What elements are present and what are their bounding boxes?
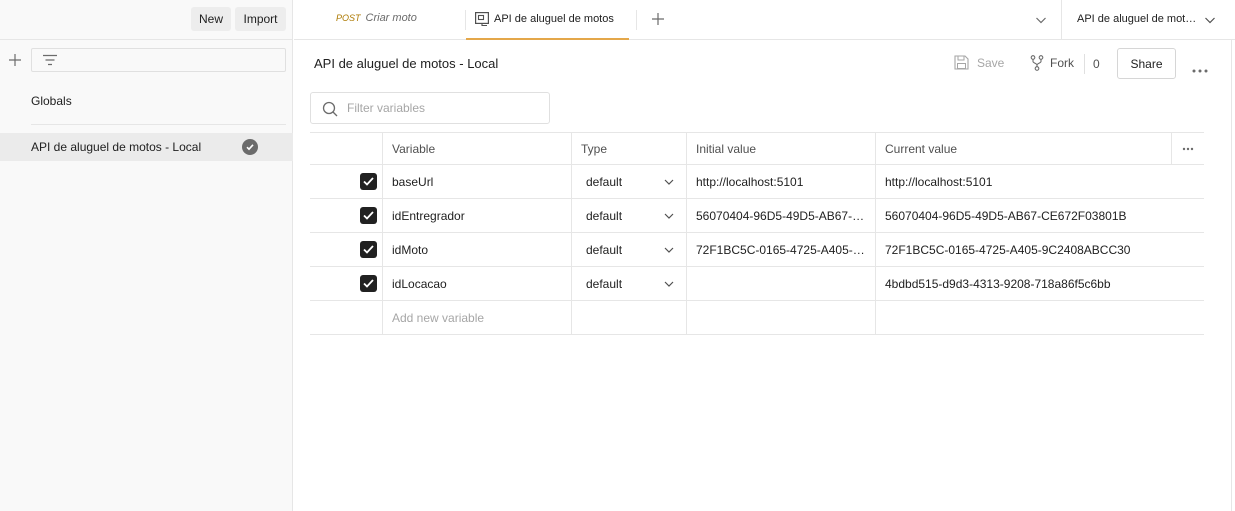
row-checkbox-cell xyxy=(310,165,383,198)
chevron-down-icon[interactable] xyxy=(1204,14,1216,28)
filter-variables-field[interactable] xyxy=(310,92,550,124)
chevron-down-icon xyxy=(664,281,674,287)
current-value-cell[interactable]: 4bdbd515-d9d3-4313-9208-718a86f5c6bb xyxy=(876,267,1171,300)
type-value: default xyxy=(586,208,623,223)
current-value-cell[interactable]: http://localhost:5101 xyxy=(876,165,1171,198)
sidebar-filter-input[interactable] xyxy=(31,48,286,72)
type-select[interactable]: default xyxy=(572,267,687,300)
table-row[interactable]: idLocacao default 4bdbd515-d9d3-4313-920… xyxy=(310,267,1204,301)
type-value: default xyxy=(586,276,623,291)
type-select[interactable]: default xyxy=(572,165,687,198)
current-value-cell[interactable]: 72F1BC5C-0165-4725-A405-9C2408ABCC30 xyxy=(876,233,1171,266)
environment-icon xyxy=(475,12,490,29)
search-icon xyxy=(322,101,338,117)
initial-value: http://localhost:5101 xyxy=(696,174,804,189)
row-checkbox-cell xyxy=(310,199,383,232)
add-environment-icon[interactable] xyxy=(6,51,24,69)
environment-label: API de aluguel de motos - Local xyxy=(31,140,202,154)
fork-count[interactable]: 0 xyxy=(1093,57,1100,71)
sidebar-toolbar xyxy=(0,48,293,73)
type-select[interactable]: default xyxy=(572,199,687,232)
new-button[interactable]: New xyxy=(191,7,231,31)
enabled-checkbox[interactable] xyxy=(360,241,377,258)
row-checkbox-cell xyxy=(310,233,383,266)
header-variable: Variable xyxy=(383,133,572,164)
add-variable-row[interactable]: Add new variable xyxy=(310,301,1204,335)
table-row[interactable]: baseUrl default http://localhost:5101 ht… xyxy=(310,165,1204,199)
enabled-checkbox[interactable] xyxy=(360,207,377,224)
initial-value: 56070404-96D5-49D5-AB67-CE672F03801B xyxy=(696,208,870,223)
sidebar-divider xyxy=(31,124,286,125)
tab-criar-moto[interactable]: POST Criar moto xyxy=(336,12,417,24)
variable-name-cell[interactable]: idEntregrador xyxy=(383,199,572,232)
initial-value: 72F1BC5C-0165-4725-A405-9C2408ABCC30 xyxy=(696,242,870,257)
empty-current-cell xyxy=(876,301,1171,334)
fork-button[interactable]: Fork xyxy=(1030,55,1074,71)
chevron-down-icon xyxy=(664,213,674,219)
environment-selector[interactable]: API de aluguel de motos - Local xyxy=(1077,13,1199,25)
table-header-row: Variable Type Initial value Current valu… xyxy=(310,132,1204,165)
more-options-icon[interactable] xyxy=(1192,62,1208,76)
save-label: Save xyxy=(977,55,1005,70)
table-options-icon[interactable] xyxy=(1171,133,1204,164)
initial-value-cell[interactable]: http://localhost:5101 xyxy=(687,165,876,198)
initial-value-cell[interactable]: 56070404-96D5-49D5-AB67-CE672F03801B xyxy=(687,199,876,232)
type-select[interactable]: default xyxy=(572,233,687,266)
enabled-checkbox[interactable] xyxy=(360,275,377,292)
tabs-overflow-chevron-icon[interactable] xyxy=(1035,14,1047,28)
tab-bar: POST Criar moto API de aluguel de motos A… xyxy=(294,0,1235,40)
row-checkbox-cell xyxy=(310,267,383,300)
save-button[interactable]: Save xyxy=(954,55,1004,70)
tab-label: API de aluguel de motos xyxy=(494,13,614,25)
variable-name-cell[interactable]: idLocacao xyxy=(383,267,572,300)
sidebar-header: New Import xyxy=(0,0,292,40)
fork-label: Fork xyxy=(1050,56,1074,70)
current-value-cell[interactable]: 56070404-96D5-49D5-AB67-CE672F03801B xyxy=(876,199,1171,232)
tab-separator xyxy=(636,10,637,30)
header-type: Type xyxy=(572,133,687,164)
import-button[interactable]: Import xyxy=(235,7,286,31)
enabled-checkbox[interactable] xyxy=(360,173,377,190)
type-value: default xyxy=(586,174,623,189)
tab-method-badge: POST xyxy=(336,13,361,23)
filter-variables-input[interactable] xyxy=(347,100,537,116)
table-row[interactable]: idMoto default 72F1BC5C-0165-4725-A405-9… xyxy=(310,233,1204,267)
variables-table: Variable Type Initial value Current valu… xyxy=(310,132,1204,335)
empty-initial-cell xyxy=(687,301,876,334)
sidebar-item-environment[interactable]: API de aluguel de motos - Local xyxy=(0,133,293,161)
row-checkbox-cell xyxy=(310,301,383,334)
chevron-down-icon xyxy=(664,247,674,253)
right-border xyxy=(1231,40,1232,511)
filter-icon xyxy=(43,54,57,66)
variable-name-cell[interactable]: baseUrl xyxy=(383,165,572,198)
header-current-value: Current value xyxy=(885,141,958,156)
header-checkbox-cell xyxy=(310,133,383,164)
empty-type-cell xyxy=(572,301,687,334)
sidebar: New Import Globals API de aluguel de mot… xyxy=(0,0,293,511)
chevron-down-icon xyxy=(664,179,674,185)
share-button[interactable]: Share xyxy=(1117,48,1176,79)
add-new-variable-input[interactable]: Add new variable xyxy=(383,301,572,334)
fork-icon xyxy=(1030,55,1044,71)
header-initial-value: Initial value xyxy=(687,133,876,164)
table-row[interactable]: idEntregrador default 56070404-96D5-49D5… xyxy=(310,199,1204,233)
tab-environment[interactable]: API de aluguel de motos xyxy=(466,0,629,40)
page-title: API de aluguel de motos - Local xyxy=(314,56,499,71)
tab-label: Criar moto xyxy=(365,12,417,24)
save-icon xyxy=(954,55,969,70)
initial-value-cell[interactable] xyxy=(687,267,876,300)
new-tab-icon[interactable] xyxy=(651,12,665,29)
active-environment-check-icon[interactable] xyxy=(242,139,258,155)
tab-separator xyxy=(1061,0,1062,40)
sidebar-item-globals[interactable]: Globals xyxy=(31,94,72,108)
variable-name-cell[interactable]: idMoto xyxy=(383,233,572,266)
fork-divider xyxy=(1084,54,1085,74)
initial-value-cell[interactable]: 72F1BC5C-0165-4725-A405-9C2408ABCC30 xyxy=(687,233,876,266)
type-value: default xyxy=(586,242,623,257)
